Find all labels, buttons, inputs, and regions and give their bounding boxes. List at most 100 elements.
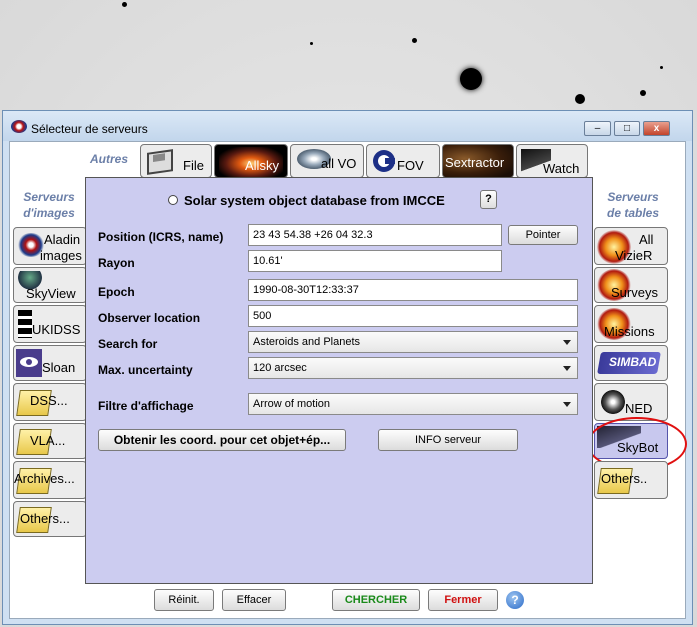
server-aladin-line2: images: [40, 248, 82, 263]
server-simbad-label: SIMBAD: [609, 355, 657, 369]
close-window-button[interactable]: x: [643, 121, 670, 136]
star: [640, 90, 646, 96]
tab-file-label: File: [183, 158, 204, 173]
star: [460, 68, 482, 90]
aladin-app-icon: [11, 120, 27, 133]
others-section-label: Autres: [89, 152, 128, 166]
ukidss-icon: [18, 310, 32, 338]
epoch-label: Epoch: [98, 285, 135, 299]
server-aladin-images[interactable]: Aladin images: [13, 227, 87, 265]
tab-fov-label: FOV: [397, 158, 424, 173]
uncertainty-select[interactable]: 120 arcsec: [248, 357, 578, 379]
get-coords-button[interactable]: Obtenir les coord. pour cet objet+ép...: [98, 429, 346, 451]
server-sloan[interactable]: Sloan: [13, 345, 87, 381]
tab-sextractor-label: Sextractor: [445, 155, 505, 170]
display-filter-label: Filtre d'affichage: [98, 399, 194, 413]
radius-label: Rayon: [98, 256, 135, 270]
server-radio-button[interactable]: [168, 195, 178, 205]
tab-allsky[interactable]: Allsky: [214, 144, 288, 178]
table-servers-label-line2: de tables: [606, 206, 660, 220]
chevron-down-icon: [563, 366, 571, 371]
server-dss-label: DSS...: [30, 393, 68, 408]
server-dss[interactable]: DSS...: [13, 383, 87, 421]
image-servers-label-line1: Serveurs: [23, 190, 75, 204]
tab-sextractor[interactable]: Sextractor: [442, 144, 514, 178]
skybot-form-panel: Solar system object database from IMCCE …: [85, 177, 593, 584]
star: [575, 94, 585, 104]
epoch-input[interactable]: 1990-08-30T12:33:37: [248, 279, 578, 301]
server-others-tables-label: Others..: [601, 471, 648, 486]
server-archives[interactable]: Archives...: [13, 461, 87, 499]
form-help-button[interactable]: ?: [480, 190, 497, 209]
server-sloan-label: Sloan: [42, 360, 76, 375]
server-ukidss[interactable]: UKIDSS: [13, 305, 87, 343]
maximize-button[interactable]: □: [614, 121, 640, 136]
tab-all-vo[interactable]: all VO: [290, 144, 364, 178]
image-servers-label-line2: d'images: [23, 206, 75, 220]
chevron-down-icon: [563, 340, 571, 345]
search-button[interactable]: CHERCHER: [332, 589, 420, 611]
search-for-value: Asteroids and Planets: [253, 336, 361, 348]
server-skyview-label: SkyView: [26, 286, 76, 301]
uncertainty-value: 120 arcsec: [253, 362, 307, 374]
close-button[interactable]: Fermer: [428, 589, 498, 611]
server-ukidss-label: UKIDSS: [32, 322, 81, 337]
reset-button[interactable]: Réinit.: [154, 589, 214, 611]
star: [122, 2, 127, 7]
display-filter-value: Arrow of motion: [253, 398, 331, 410]
server-all-vizier-line1: All: [639, 232, 654, 247]
title-bar[interactable]: Sélecteur de serveurs – □ x: [3, 111, 692, 141]
tab-watch-label: Watch: [543, 161, 580, 176]
server-vla-label: VLA...: [30, 433, 66, 448]
tab-watch[interactable]: Watch: [516, 144, 588, 178]
search-for-label: Search for: [98, 337, 158, 351]
server-simbad[interactable]: SIMBAD: [594, 345, 668, 381]
server-missions-label: Missions: [604, 324, 655, 339]
position-input[interactable]: 23 43 54.38 +26 04 32.3: [248, 224, 502, 246]
server-archives-label: Archives...: [14, 471, 75, 486]
tab-all-vo-label: all VO: [321, 156, 357, 171]
uncertainty-label: Max. uncertainty: [98, 363, 193, 377]
server-others-images[interactable]: Others...: [13, 501, 87, 537]
server-others-images-label: Others...: [20, 511, 70, 526]
clear-button[interactable]: Effacer: [222, 589, 286, 611]
server-surveys-label: Surveys: [611, 285, 658, 300]
server-all-vizier-line2: VizieR: [615, 248, 653, 263]
server-ned-label: NED: [625, 401, 653, 416]
star: [660, 66, 663, 69]
observer-label: Observer location: [98, 311, 201, 325]
server-ned[interactable]: NED: [594, 383, 668, 421]
server-vla[interactable]: VLA...: [13, 423, 87, 459]
floppy-icon: [147, 149, 173, 175]
ned-icon: [601, 390, 625, 414]
position-label: Position (ICRS, name): [98, 230, 224, 244]
star: [310, 42, 313, 45]
chevron-down-icon: [563, 402, 571, 407]
pointer-button[interactable]: Pointer: [508, 225, 578, 245]
table-servers-label-line1: Serveurs: [607, 190, 659, 204]
radius-input[interactable]: 10.61': [248, 250, 502, 272]
server-surveys[interactable]: Surveys: [594, 267, 668, 303]
tab-fov[interactable]: FOV: [366, 144, 440, 178]
search-for-select[interactable]: Asteroids and Planets: [248, 331, 578, 353]
server-missions[interactable]: Missions: [594, 305, 668, 343]
observer-input[interactable]: 500: [248, 305, 578, 327]
window-title: Sélecteur de serveurs: [31, 122, 148, 136]
info-server-button[interactable]: INFO serveur: [378, 429, 518, 451]
help-icon-glyph: ?: [511, 593, 519, 607]
server-aladin-line1: Aladin: [44, 232, 81, 247]
help-icon[interactable]: ?: [506, 591, 524, 609]
server-skyview[interactable]: SkyView: [13, 267, 87, 303]
display-filter-select[interactable]: Arrow of motion: [248, 393, 578, 415]
fov-icon: [373, 150, 395, 172]
server-others-tables[interactable]: Others..: [594, 461, 668, 499]
star: [412, 38, 417, 43]
form-title: Solar system object database from IMCCE: [184, 193, 445, 208]
tab-file[interactable]: File: [140, 144, 212, 178]
sloan-icon: [16, 349, 42, 377]
server-all-vizier[interactable]: All VizieR: [594, 227, 668, 265]
image-servers-label: Serveurs d'images: [14, 189, 84, 221]
table-servers-label: Serveurs de tables: [598, 189, 668, 221]
minimize-button[interactable]: –: [584, 121, 611, 136]
tab-allsky-label: Allsky: [245, 158, 279, 173]
